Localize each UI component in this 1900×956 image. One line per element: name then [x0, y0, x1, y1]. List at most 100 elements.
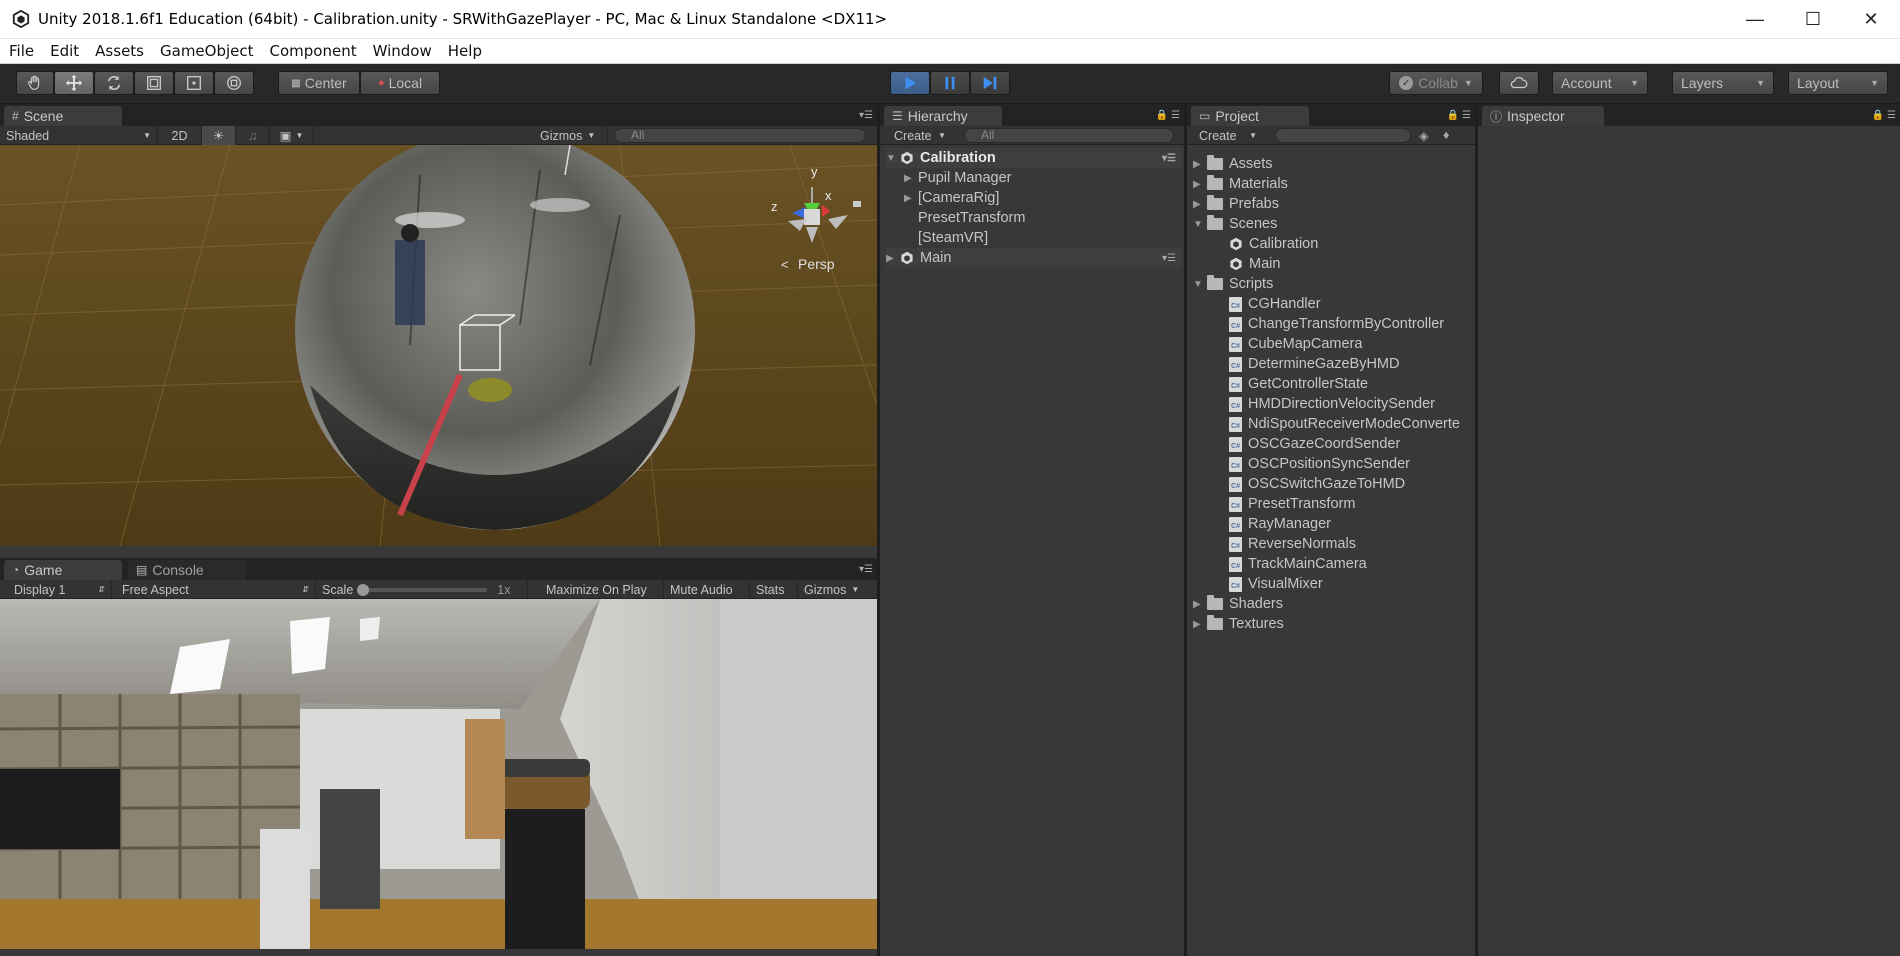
menu-file[interactable]: File [0, 42, 41, 60]
step-button[interactable] [970, 71, 1010, 95]
menu-gameobject[interactable]: GameObject [151, 42, 261, 60]
hierarchy-item-camerarig[interactable]: ▶ [CameraRig] [904, 188, 999, 208]
project-folder[interactable]: ▶ Assets [1193, 154, 1273, 174]
close-button[interactable]: ✕ [1842, 0, 1900, 39]
effects-dropdown[interactable]: ▣ ▼ [270, 126, 314, 145]
expand-arrow-icon[interactable]: ▶ [1193, 179, 1207, 190]
expand-arrow-icon[interactable]: ▶ [904, 173, 918, 184]
project-script-asset[interactable]: C# DetermineGazeByHMD [1229, 354, 1400, 374]
maximize-on-play-toggle[interactable]: Maximize On Play [540, 580, 664, 599]
hierarchy-item-pupil-manager[interactable]: ▶ Pupil Manager [904, 168, 1012, 188]
row-menu-icon[interactable]: ▾☰ [1162, 153, 1176, 164]
scale-thumb[interactable] [357, 583, 370, 596]
project-script-asset[interactable]: C# GetControllerState [1229, 374, 1368, 394]
project-script-asset[interactable]: C# ChangeTransformByController [1229, 314, 1444, 334]
move-tool-button[interactable] [54, 71, 94, 95]
collab-button[interactable]: ✓ Collab ▼ [1389, 71, 1483, 95]
tab-project[interactable]: ▭ Project [1191, 106, 1309, 126]
minimize-button[interactable]: — [1726, 0, 1784, 39]
project-folder[interactable]: ▶ Shaders [1193, 594, 1283, 614]
filter-by-type-icon[interactable]: ◈ [1419, 128, 1429, 143]
lock-icon[interactable] [853, 201, 861, 207]
project-folder[interactable]: ▼ Scenes [1193, 214, 1277, 234]
rect-tool-button[interactable] [174, 71, 214, 95]
hierarchy-search-input[interactable]: All [964, 128, 1174, 143]
project-folder[interactable]: ▶ Textures [1193, 614, 1284, 634]
project-script-asset[interactable]: C# ReverseNormals [1229, 534, 1356, 554]
project-script-asset[interactable]: C# NdiSpoutReceiverModeConverte [1229, 414, 1460, 434]
project-script-asset[interactable]: C# TrackMainCamera [1229, 554, 1367, 574]
play-button[interactable] [890, 71, 930, 95]
pivot-local-button[interactable]: ● Local [360, 71, 440, 95]
mode-2d-toggle[interactable]: 2D [158, 126, 202, 145]
project-search-input[interactable] [1275, 128, 1411, 143]
project-script-asset[interactable]: C# OSCGazeCoordSender [1229, 434, 1400, 454]
stats-toggle[interactable]: Stats [750, 580, 798, 599]
expand-arrow-icon[interactable]: ▼ [1193, 279, 1207, 290]
maximize-button[interactable]: ☐ [1784, 0, 1842, 39]
scene-viewport[interactable]: y x z Persp < [0, 145, 877, 546]
row-menu-icon[interactable]: ▾☰ [1162, 253, 1176, 264]
layout-dropdown[interactable]: Layout ▼ [1788, 71, 1888, 95]
project-script-asset[interactable]: C# CGHandler [1229, 294, 1321, 314]
project-script-asset[interactable]: C# HMDDirectionVelocitySender [1229, 394, 1435, 414]
project-folder[interactable]: ▼ Scripts [1193, 274, 1273, 294]
scale-track[interactable] [357, 583, 488, 596]
mute-audio-toggle[interactable]: Mute Audio [664, 580, 750, 599]
account-dropdown[interactable]: Account ▼ [1552, 71, 1648, 95]
lighting-toggle[interactable]: ☀ [202, 126, 236, 145]
menu-help[interactable]: Help [439, 42, 489, 60]
project-script-asset[interactable]: C# OSCSwitchGazeToHMD [1229, 474, 1405, 494]
project-script-asset[interactable]: C# CubeMapCamera [1229, 334, 1362, 354]
scene-gizmos-dropdown[interactable]: Gizmos ▼ [534, 126, 608, 145]
project-scene-asset[interactable]: Main [1229, 254, 1280, 274]
tab-game[interactable]: ◔ Game [4, 560, 122, 580]
pivot-center-button[interactable]: ▩ Center [278, 71, 360, 95]
expand-arrow-icon[interactable]: ▶ [1193, 159, 1207, 170]
tab-console[interactable]: ▤ Console [128, 560, 246, 580]
tab-hierarchy[interactable]: ☰ Hierarchy [884, 106, 1002, 126]
project-folder[interactable]: ▶ Materials [1193, 174, 1288, 194]
scale-slider[interactable]: Scale 1x [316, 580, 528, 599]
project-script-asset[interactable]: C# VisualMixer [1229, 574, 1323, 594]
hand-tool-button[interactable] [16, 71, 54, 95]
inspector-menu-icon[interactable]: 🔒 ☰ [1872, 110, 1896, 121]
hierarchy-item-steamvr[interactable]: [SteamVR] [918, 228, 988, 248]
expand-arrow-icon[interactable]: ▶ [1193, 619, 1207, 630]
panel-menu-icon[interactable]: ▾☰ [859, 110, 873, 121]
hierarchy-menu-icon[interactable]: 🔒 ☰ [1156, 110, 1180, 121]
persp-label[interactable]: Persp [798, 256, 835, 272]
scale-tool-button[interactable] [134, 71, 174, 95]
project-create-dropdown[interactable]: Create ▼ [1187, 126, 1263, 145]
project-menu-icon[interactable]: 🔒 ☰ [1447, 110, 1471, 121]
project-folder[interactable]: ▶ Prefabs [1193, 194, 1279, 214]
expand-arrow-icon[interactable]: ▶ [1193, 199, 1207, 210]
audio-toggle[interactable]: ♫ [236, 126, 270, 145]
menu-window[interactable]: Window [364, 42, 439, 60]
project-script-asset[interactable]: C# OSCPositionSyncSender [1229, 454, 1410, 474]
game-panel-menu-icon[interactable]: ▾☰ [859, 564, 873, 575]
aspect-dropdown[interactable]: Free Aspect ⇵ [112, 580, 316, 599]
expand-arrow-icon[interactable]: ▼ [1193, 219, 1207, 230]
cloud-button[interactable] [1499, 71, 1539, 95]
hierarchy-create-dropdown[interactable]: Create ▼ [880, 126, 952, 145]
game-viewport[interactable] [0, 599, 877, 949]
menu-edit[interactable]: Edit [41, 42, 86, 60]
hierarchy-scene-calibration[interactable]: ▼ Calibration ▾☰ [886, 148, 1182, 168]
display-dropdown[interactable]: Display 1 ⇵ [0, 580, 112, 599]
game-gizmos-dropdown[interactable]: Gizmos ▼ [798, 580, 872, 599]
project-scene-asset[interactable]: Calibration [1229, 234, 1318, 254]
layers-dropdown[interactable]: Layers ▼ [1672, 71, 1774, 95]
filter-by-label-icon[interactable]: ♦ [1443, 128, 1449, 142]
scene-search-input[interactable]: All [614, 128, 866, 143]
expand-arrow-icon[interactable]: ▶ [904, 193, 918, 204]
pause-button[interactable] [930, 71, 970, 95]
shading-mode-dropdown[interactable]: Shaded ▼ [0, 126, 158, 145]
hierarchy-scene-main[interactable]: ▶ Main ▾☰ [886, 248, 1182, 268]
tab-inspector[interactable]: ⓘ Inspector [1482, 106, 1604, 126]
expand-arrow-icon[interactable]: ▼ [886, 153, 900, 164]
rotate-tool-button[interactable] [94, 71, 134, 95]
menu-component[interactable]: Component [261, 42, 364, 60]
expand-arrow-icon[interactable]: ▶ [886, 253, 900, 264]
project-script-asset[interactable]: C# RayManager [1229, 514, 1331, 534]
